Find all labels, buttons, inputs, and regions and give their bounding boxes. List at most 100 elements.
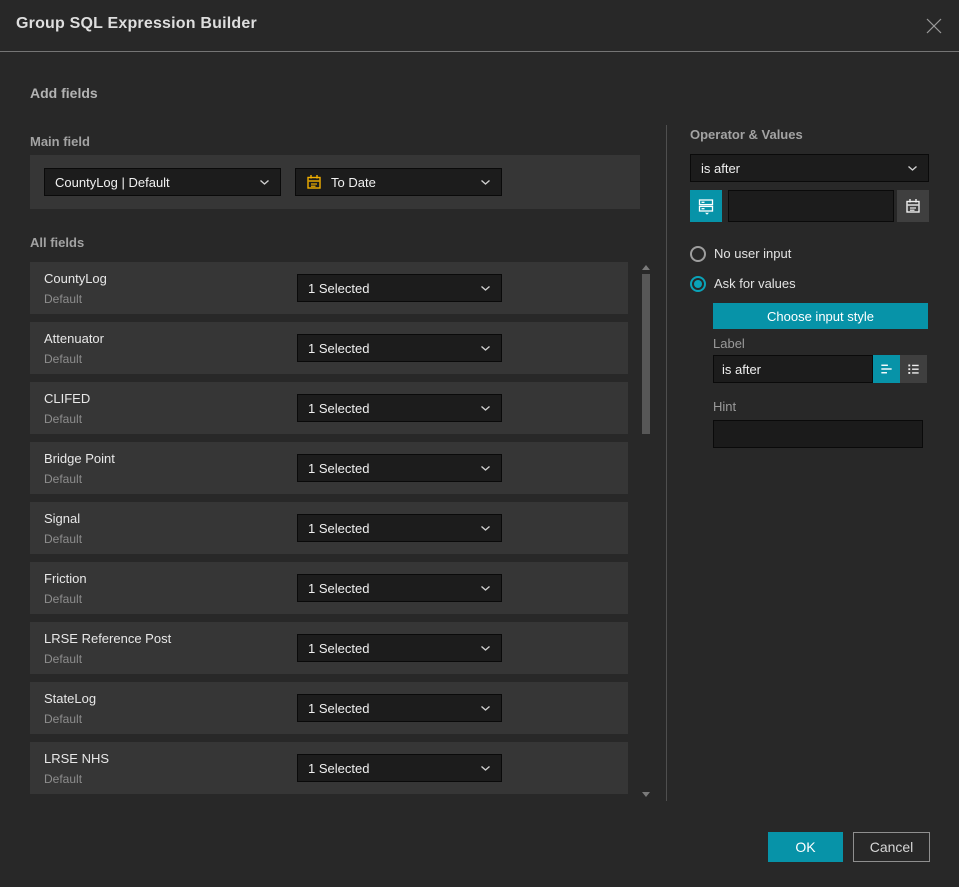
radio-ask-for-values-label: Ask for values xyxy=(714,276,796,291)
field-name: LRSE NHS xyxy=(44,751,110,766)
date-picker-button[interactable] xyxy=(897,190,929,222)
field-name: CLIFED xyxy=(44,391,91,406)
field-selected-dropdown[interactable]: 1 Selected xyxy=(297,454,502,482)
field-row: LRSE NHS Default 1 Selected xyxy=(30,742,628,794)
field-row: StateLog Default 1 Selected xyxy=(30,682,628,734)
label-caption: Label xyxy=(713,336,745,351)
operator-select[interactable]: is after xyxy=(690,154,929,182)
field-selected-dropdown[interactable]: 1 Selected xyxy=(297,514,502,542)
field-subtitle: Default xyxy=(44,592,83,606)
bullet-list-icon xyxy=(908,364,919,374)
unique-values-button[interactable] xyxy=(690,190,722,222)
field-subtitle: Default xyxy=(44,412,83,426)
field-selected-value: 1 Selected xyxy=(308,280,370,296)
field-row: CountyLog Default 1 Selected xyxy=(30,262,628,314)
chevron-down-icon xyxy=(480,405,491,411)
radio-no-user-input-label: No user input xyxy=(714,246,792,261)
field-row: Attenuator Default 1 Selected xyxy=(30,322,628,374)
date-field-select[interactable]: To Date xyxy=(295,168,502,196)
chevron-down-icon xyxy=(480,585,491,591)
field-selected-dropdown[interactable]: 1 Selected xyxy=(297,274,502,302)
main-field-select-value: CountyLog | Default xyxy=(55,174,170,190)
field-subtitle: Default xyxy=(44,292,83,306)
field-selected-dropdown[interactable]: 1 Selected xyxy=(297,574,502,602)
unique-values-icon xyxy=(698,199,714,215)
field-subtitle: Default xyxy=(44,532,83,546)
bullet-list-button[interactable] xyxy=(900,355,927,383)
field-selected-dropdown[interactable]: 1 Selected xyxy=(297,334,502,362)
field-selected-value: 1 Selected xyxy=(308,760,370,776)
radio-no-user-input[interactable]: No user input xyxy=(690,245,791,262)
field-selected-value: 1 Selected xyxy=(308,340,370,356)
field-selected-value: 1 Selected xyxy=(308,580,370,596)
calendar-icon xyxy=(307,174,321,189)
radio-selected-icon xyxy=(690,275,706,292)
field-row: Friction Default 1 Selected xyxy=(30,562,628,614)
main-field-heading: Main field xyxy=(30,134,90,149)
main-field-select[interactable]: CountyLog | Default xyxy=(44,168,281,196)
chevron-down-icon xyxy=(480,345,491,351)
list-scrollbar xyxy=(641,262,651,799)
all-fields-heading: All fields xyxy=(30,235,85,250)
panel-divider xyxy=(666,125,667,801)
field-selected-value: 1 Selected xyxy=(308,400,370,416)
dialog-title: Group SQL Expression Builder xyxy=(16,15,257,32)
field-subtitle: Default xyxy=(44,652,83,666)
field-selected-dropdown[interactable]: 1 Selected xyxy=(297,394,502,422)
field-row: LRSE Reference Post Default 1 Selected xyxy=(30,622,628,674)
operator-select-value: is after xyxy=(701,160,741,176)
chevron-down-icon xyxy=(907,165,918,171)
align-left-button[interactable] xyxy=(873,355,900,383)
radio-circle-icon xyxy=(690,245,706,262)
field-selected-value: 1 Selected xyxy=(308,700,370,716)
field-name: StateLog xyxy=(44,691,97,706)
hint-input[interactable] xyxy=(713,420,923,448)
scroll-up-arrow-icon[interactable] xyxy=(641,262,651,272)
value-input[interactable] xyxy=(728,190,894,222)
field-name: CountyLog xyxy=(44,271,107,286)
cancel-button[interactable]: Cancel xyxy=(853,832,930,862)
radio-ask-for-values[interactable]: Ask for values xyxy=(690,275,796,292)
label-input[interactable] xyxy=(713,355,873,383)
close-icon[interactable] xyxy=(923,15,945,37)
calendar-icon xyxy=(906,198,920,213)
chevron-down-icon xyxy=(480,179,491,185)
date-field-select-value: To Date xyxy=(331,174,376,190)
all-fields-list: CountyLog Default 1 Selected Attenuator … xyxy=(30,262,628,794)
field-subtitle: Default xyxy=(44,712,83,726)
field-selected-value: 1 Selected xyxy=(308,640,370,656)
field-row: CLIFED Default 1 Selected xyxy=(30,382,628,434)
align-left-icon xyxy=(881,364,892,374)
group-sql-expression-builder-dialog: Group SQL Expression Builder Add fields … xyxy=(0,0,959,887)
field-selected-value: 1 Selected xyxy=(308,520,370,536)
field-name: Signal xyxy=(44,511,81,526)
add-fields-heading: Add fields xyxy=(30,85,98,101)
field-subtitle: Default xyxy=(44,352,83,366)
scrollbar-thumb[interactable] xyxy=(642,274,650,434)
field-subtitle: Default xyxy=(44,772,83,786)
main-field-bar: CountyLog | Default To Date xyxy=(30,155,640,209)
field-row: Bridge Point Default 1 Selected xyxy=(30,442,628,494)
field-name: Attenuator xyxy=(44,331,104,346)
field-selected-dropdown[interactable]: 1 Selected xyxy=(297,694,502,722)
field-subtitle: Default xyxy=(44,472,83,486)
chevron-down-icon xyxy=(480,465,491,471)
chevron-down-icon xyxy=(480,765,491,771)
field-selected-dropdown[interactable]: 1 Selected xyxy=(297,754,502,782)
chevron-down-icon xyxy=(480,705,491,711)
field-name: LRSE Reference Post xyxy=(44,631,172,646)
ok-button[interactable]: OK xyxy=(768,832,843,862)
field-name: Bridge Point xyxy=(44,451,115,466)
field-row: Signal Default 1 Selected xyxy=(30,502,628,554)
field-selected-dropdown[interactable]: 1 Selected xyxy=(297,634,502,662)
choose-input-style-button[interactable]: Choose input style xyxy=(713,303,928,329)
operator-values-heading: Operator & Values xyxy=(690,127,803,142)
field-selected-value: 1 Selected xyxy=(308,460,370,476)
chevron-down-icon xyxy=(480,525,491,531)
chevron-down-icon xyxy=(480,285,491,291)
chevron-down-icon xyxy=(259,179,270,185)
field-name: Friction xyxy=(44,571,87,586)
scroll-down-arrow-icon[interactable] xyxy=(641,789,651,799)
hint-caption: Hint xyxy=(713,399,737,414)
dialog-header: Group SQL Expression Builder xyxy=(0,0,959,52)
